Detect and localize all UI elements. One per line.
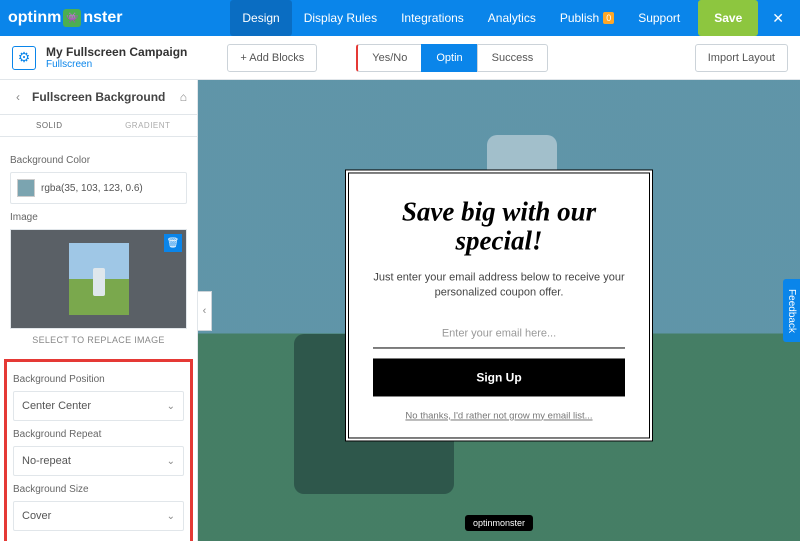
bg-repeat-label: Background Repeat <box>13 429 184 440</box>
sidebar-tabs: SOLID GRADIENT <box>0 115 197 137</box>
image-label: Image <box>10 212 187 223</box>
brand-monster-icon: 👾 <box>63 9 81 27</box>
canvas[interactable]: ‹ Save big with our special! Just enter … <box>198 80 800 541</box>
chevron-down-icon: ⌄ <box>167 511 175 522</box>
sub-bar: ⚙ My Fullscreen Campaign Fullscreen + Ad… <box>0 36 800 80</box>
sidebar: ‹ Fullscreen Background ⌂ SOLID GRADIENT… <box>0 80 198 541</box>
import-layout-button[interactable]: Import Layout <box>695 44 788 72</box>
color-swatch <box>17 179 35 197</box>
step-success[interactable]: Success <box>477 44 549 72</box>
image-preview[interactable]: 🗑 <box>10 229 187 329</box>
nav-analytics[interactable]: Analytics <box>476 0 548 36</box>
nav-design[interactable]: Design <box>230 0 291 36</box>
bg-size-label: Background Size <box>13 484 184 495</box>
sidebar-back-button[interactable]: ‹ <box>10 90 26 104</box>
golfer-icon <box>93 268 105 296</box>
feedback-tab[interactable]: Feedback <box>783 279 800 343</box>
popup-headline[interactable]: Save big with our special! <box>373 197 625 256</box>
gear-icon: ⚙ <box>18 49 31 66</box>
bg-color-field[interactable]: rgba(35, 103, 123, 0.6) <box>10 172 187 204</box>
chevron-down-icon: ⌄ <box>167 456 175 467</box>
brand-logo: optinm 👾 nster <box>8 9 122 27</box>
campaign-type[interactable]: Fullscreen <box>46 59 187 70</box>
nav-display-rules[interactable]: Display Rules <box>292 0 389 36</box>
sidebar-header: ‹ Fullscreen Background ⌂ <box>0 80 197 115</box>
feedback-label: Feedback <box>786 289 797 333</box>
bg-position-value: Center Center <box>22 400 91 412</box>
chevron-left-icon: ‹ <box>16 90 20 104</box>
image-caption[interactable]: SELECT TO REPLACE IMAGE <box>10 329 187 355</box>
bg-repeat-value: No-repeat <box>22 455 71 467</box>
chevron-down-icon: ⌄ <box>167 401 175 412</box>
main-area: ‹ Fullscreen Background ⌂ SOLID GRADIENT… <box>0 80 800 541</box>
nav-support[interactable]: Support <box>626 0 692 36</box>
nav-publish[interactable]: Publish 0 <box>548 0 626 36</box>
close-button[interactable]: ✕ <box>764 10 792 27</box>
tab-solid[interactable]: SOLID <box>0 115 99 136</box>
add-blocks-button[interactable]: + Add Blocks <box>227 44 317 72</box>
campaign-info: My Fullscreen Campaign Fullscreen <box>46 45 187 70</box>
email-input[interactable]: Enter your email here... <box>373 317 625 348</box>
bg-position-select[interactable]: Center Center ⌄ <box>13 391 184 421</box>
sidebar-title: Fullscreen Background <box>32 90 180 104</box>
tab-gradient[interactable]: GRADIENT <box>99 115 198 136</box>
optinmonster-badge[interactable]: optinmonster <box>465 515 533 531</box>
sidebar-collapse-handle[interactable]: ‹ <box>198 291 212 331</box>
save-button[interactable]: Save <box>698 0 758 36</box>
step-tabs: Yes/No Optin Success <box>357 44 548 72</box>
optin-popup[interactable]: Save big with our special! Just enter yo… <box>345 169 653 441</box>
sidebar-home-button[interactable]: ⌂ <box>180 90 187 104</box>
bg-size-value: Cover <box>22 510 51 522</box>
signup-button[interactable]: Sign Up <box>373 358 625 396</box>
campaign-settings-button[interactable]: ⚙ <box>12 46 36 70</box>
top-nav: optinm 👾 nster Design Display Rules Inte… <box>0 0 800 36</box>
popup-subtext[interactable]: Just enter your email address below to r… <box>373 270 625 301</box>
bg-size-select[interactable]: Cover ⌄ <box>13 501 184 531</box>
brand-text-post: nster <box>83 9 122 27</box>
home-icon: ⌂ <box>180 90 187 104</box>
delete-image-button[interactable]: 🗑 <box>164 234 182 252</box>
bg-position-label: Background Position <box>13 374 184 385</box>
no-thanks-link[interactable]: No thanks, I'd rather not grow my email … <box>373 410 625 421</box>
sidebar-body: Background Color rgba(35, 103, 123, 0.6)… <box>0 137 197 541</box>
trash-icon: 🗑 <box>167 238 180 249</box>
image-thumbnail <box>69 243 129 315</box>
highlighted-section: Background Position Center Center ⌄ Back… <box>4 359 193 541</box>
nav-publish-label: Publish <box>560 11 599 25</box>
bg-repeat-select[interactable]: No-repeat ⌄ <box>13 446 184 476</box>
bg-color-label: Background Color <box>10 155 187 166</box>
bg-color-value: rgba(35, 103, 123, 0.6) <box>41 183 143 194</box>
campaign-title: My Fullscreen Campaign <box>46 45 187 59</box>
publish-badge: 0 <box>603 12 614 24</box>
nav-integrations[interactable]: Integrations <box>389 0 476 36</box>
step-optin[interactable]: Optin <box>421 44 477 72</box>
step-yesno[interactable]: Yes/No <box>356 44 422 72</box>
brand-text-pre: optinm <box>8 9 61 27</box>
chevron-left-icon: ‹ <box>203 305 207 317</box>
